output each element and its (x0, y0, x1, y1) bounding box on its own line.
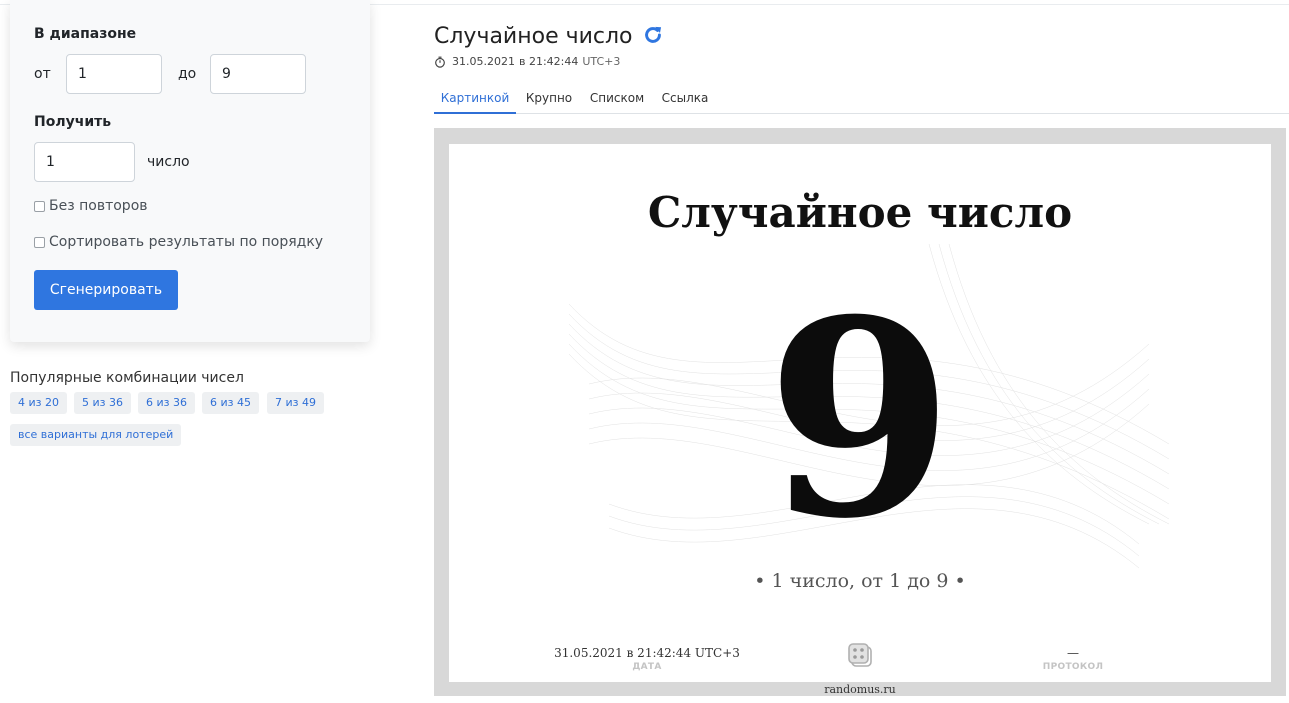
popular-title: Популярные комбинации чисел (10, 370, 244, 386)
range-label: В диапазоне (34, 26, 137, 42)
popular-chip-6-36[interactable]: 6 из 36 (138, 392, 195, 414)
sort-checkbox[interactable] (34, 236, 45, 248)
timestamp-time: в 21:42:44 (518, 55, 579, 68)
clock-icon (435, 56, 445, 68)
get-label: Получить (34, 114, 112, 130)
no-repeat-checkbox[interactable] (34, 200, 45, 212)
tab-list[interactable]: Списком (588, 86, 646, 112)
generator-card: В диапазоне от до Получить число Без пов… (10, 0, 370, 342)
page-title: Случайное число (434, 24, 633, 49)
popular-chip-6-45[interactable]: 6 из 45 (202, 392, 259, 414)
dice-icon (848, 643, 872, 667)
generate-button[interactable]: Сгенерировать (34, 270, 178, 310)
refresh-icon[interactable] (642, 24, 664, 46)
to-label: до (178, 66, 197, 82)
footer-protocol-value: — (1067, 646, 1079, 660)
from-input[interactable] (66, 54, 162, 94)
count-unit-label: число (147, 154, 190, 170)
popular-chip-7-49[interactable]: 7 из 49 (267, 392, 324, 414)
random-number: 9 (766, 260, 954, 578)
timestamp-date: 31.05.2021 (452, 55, 515, 68)
site-watermark: randomus.ru (824, 683, 896, 696)
from-label: от (34, 66, 51, 82)
to-input[interactable] (210, 54, 306, 94)
popular-chip-4-20[interactable]: 4 из 20 (10, 392, 67, 414)
result-image-frame: Случайное число 9 • 1 число, от 1 до 9 •… (434, 128, 1286, 696)
timestamp: 31.05.2021 в 21:42:44 UTC+3 (434, 55, 620, 68)
footer-protocol-label: ПРОТОКОЛ (1042, 662, 1104, 672)
timestamp-tz: UTC+3 (582, 55, 621, 68)
count-input[interactable] (34, 142, 135, 182)
no-repeat-option[interactable]: Без повторов (34, 198, 148, 214)
card-title: Случайное число (647, 188, 1073, 237)
footer-date-value: 31.05.2021 в 21:42:44 UTC+3 (554, 646, 740, 660)
lottery-variants-link[interactable]: все варианты для лотерей (10, 424, 182, 446)
sort-label: Сортировать результаты по порядку (49, 234, 324, 250)
tab-large[interactable]: Крупно (522, 86, 576, 112)
result-caption: • 1 число, от 1 до 9 • (754, 570, 966, 592)
sort-option[interactable]: Сортировать результаты по порядку (34, 234, 323, 250)
no-repeat-label: Без повторов (49, 198, 148, 214)
view-tabs: Картинкой Крупно Списком Ссылка (434, 86, 1289, 114)
tab-link[interactable]: Ссылка (658, 86, 712, 112)
footer-date-label: ДАТА (632, 662, 662, 672)
tab-picture[interactable]: Картинкой (434, 86, 516, 114)
result-card: Случайное число 9 • 1 число, от 1 до 9 •… (449, 144, 1271, 682)
popular-chip-5-36[interactable]: 5 из 36 (74, 392, 131, 414)
